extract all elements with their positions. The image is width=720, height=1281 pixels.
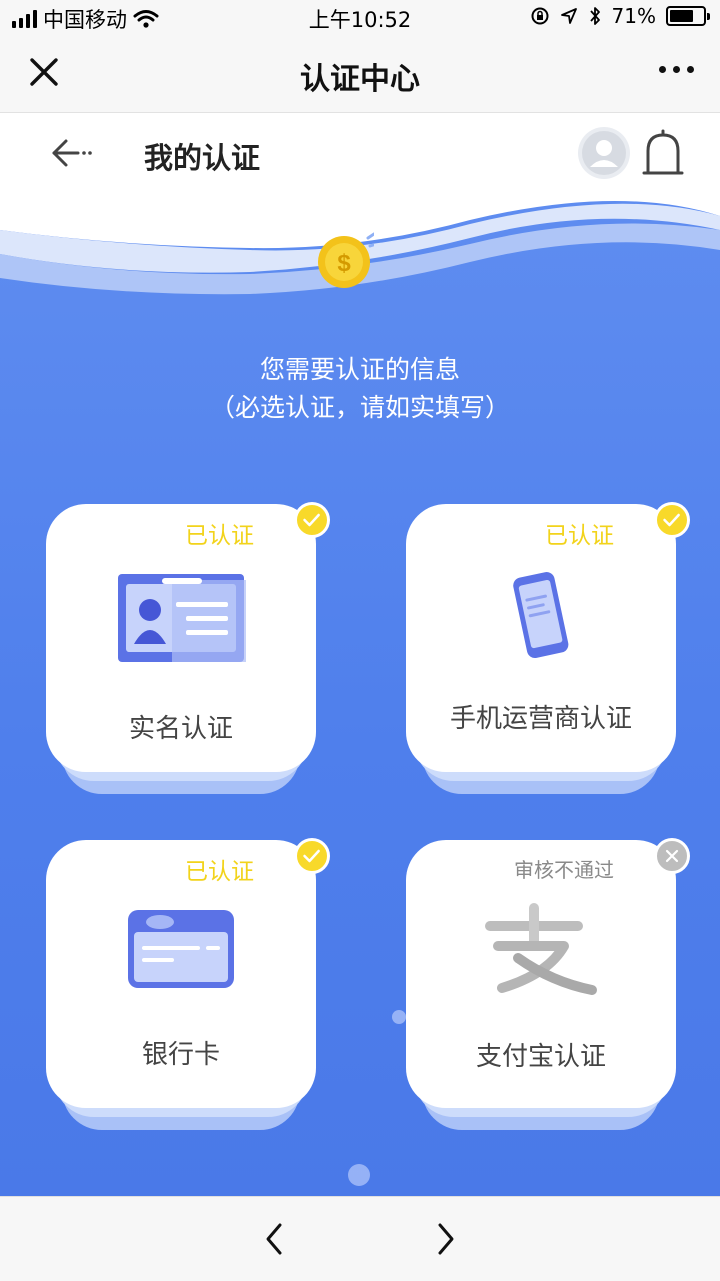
card-alipay[interactable]: 审核不通过 支付宝认证 xyxy=(406,838,690,1140)
card-bank-card[interactable]: 已认证 银行卡 xyxy=(46,838,330,1140)
navigation-bar: 认证中心 xyxy=(0,36,720,113)
back-arrow-icon[interactable] xyxy=(48,135,98,171)
status-badge: 已认证 xyxy=(185,859,254,885)
location-icon xyxy=(560,8,577,24)
avatar[interactable] xyxy=(578,127,630,179)
card-label: 实名认证 xyxy=(128,714,233,744)
status-badge: 已认证 xyxy=(545,523,614,549)
card-label: 银行卡 xyxy=(141,1040,220,1070)
info-subheading: （必选认证，请如实填写） xyxy=(209,393,510,422)
user-icon xyxy=(582,131,626,175)
rotation-lock-icon xyxy=(531,7,549,25)
bluetooth-icon xyxy=(589,7,600,25)
close-icon xyxy=(654,838,690,874)
coin-icon: $ xyxy=(318,232,374,288)
alipay-logo-icon xyxy=(485,903,597,995)
nav-title: 认证中心 xyxy=(300,62,420,97)
status-right: 71% xyxy=(530,4,710,28)
battery-percent: 71% xyxy=(611,4,656,28)
chevron-right-icon[interactable] xyxy=(434,1221,458,1257)
bottom-toolbar xyxy=(0,1196,720,1281)
bank-card-icon xyxy=(128,910,234,988)
check-icon xyxy=(294,838,330,874)
card-real-name[interactable]: 已认证 实名认证 xyxy=(46,502,330,804)
info-heading: 您需要认证的信息 xyxy=(259,355,460,384)
check-icon xyxy=(654,502,690,538)
id-card-icon xyxy=(118,574,246,662)
verification-panel: $ 您需要认证的信息 （必选认证，请如实填写） 已认证 实名认证 已认证 手机运… xyxy=(0,190,720,1196)
chevron-left-icon[interactable] xyxy=(262,1221,286,1257)
status-badge: 已认证 xyxy=(185,523,254,549)
more-options-icon[interactable] xyxy=(659,66,694,73)
svg-text:$: $ xyxy=(337,250,351,277)
check-icon xyxy=(294,502,330,538)
battery-icon xyxy=(666,6,710,26)
bell-icon[interactable] xyxy=(640,129,686,181)
bubble-decoration xyxy=(392,1010,406,1024)
status-badge: 审核不通过 xyxy=(514,858,614,882)
mobile-phone-icon xyxy=(513,572,569,659)
card-label: 手机运营商认证 xyxy=(449,704,632,734)
status-bar: 中国移动 上午10:52 71% xyxy=(0,0,720,36)
bubble-decoration xyxy=(348,1164,370,1186)
card-label: 支付宝认证 xyxy=(475,1042,606,1072)
card-mobile-carrier[interactable]: 已认证 手机运营商认证 xyxy=(406,502,690,804)
page-title: 我的认证 xyxy=(144,141,261,175)
